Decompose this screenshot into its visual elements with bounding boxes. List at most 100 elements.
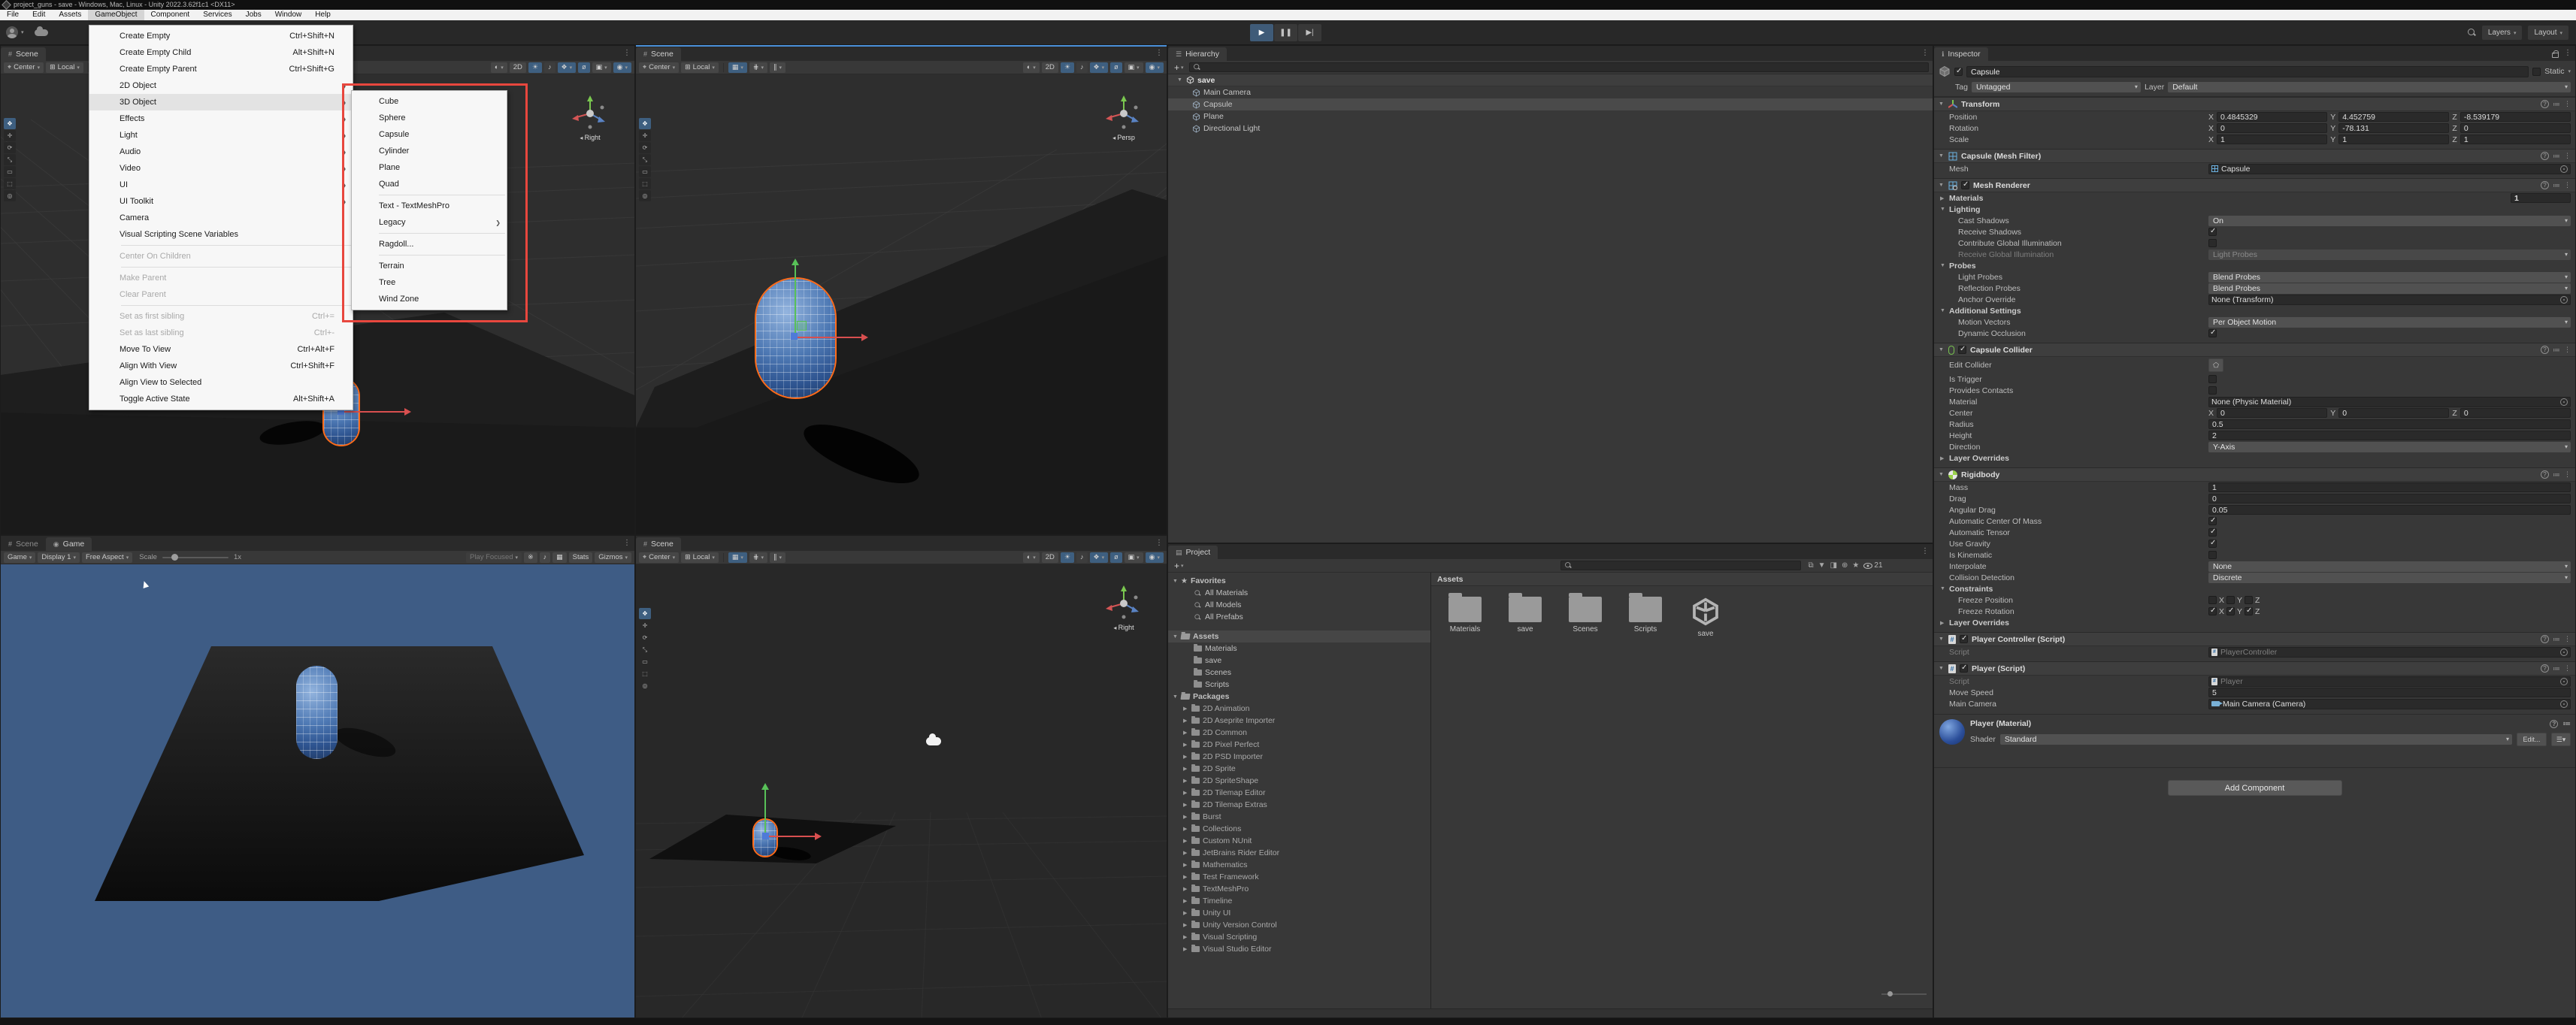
transform-tool[interactable]: ⬚ [639, 178, 651, 189]
gizmo-x-axis[interactable] [797, 337, 861, 338]
asset-folder-item[interactable]: Scripts [1168, 679, 1430, 691]
submenu-item[interactable]: Wind Zone [352, 291, 507, 307]
layer-dropdown[interactable]: Default [2168, 82, 2571, 92]
gizmos-dropdown[interactable]: ▾ [613, 62, 631, 73]
scale-slider[interactable] [162, 557, 229, 558]
foldout-icon[interactable]: ▶ [1183, 742, 1188, 748]
transform-tool[interactable]: ⬚ [4, 178, 16, 189]
menu-item[interactable]: Move To View Ctrl+Alt+F [89, 341, 353, 358]
play-focused-dropdown[interactable]: Play Focused▾ [466, 552, 522, 563]
package-item[interactable]: ▶ 2D Tilemap Extras [1168, 799, 1430, 811]
hierarchy-item[interactable]: Directional Light [1168, 122, 1933, 135]
center-x-field[interactable]: 0 [2217, 408, 2327, 418]
visibility-toggle-button[interactable] [1110, 552, 1122, 563]
material-menu-button[interactable]: ☰▾ [2551, 733, 2571, 746]
visibility-toggle-button[interactable] [1110, 62, 1122, 73]
menu-bar-item[interactable]: Help [308, 10, 338, 20]
favorite-star-icon[interactable]: ★ [1852, 561, 1859, 570]
effects-dropdown[interactable]: ▾ [1090, 62, 1109, 73]
rotate-tool[interactable]: ⟳ [4, 142, 16, 153]
shading-mode-dropdown[interactable]: ▾ [1023, 62, 1040, 73]
enabled-checkbox[interactable] [1961, 181, 1969, 189]
scene-viewport[interactable]: ✥ ✛ ⟳ ⤡ ▭ ⬚ ◎ Persp [636, 74, 1167, 534]
help-icon[interactable]: ? [2541, 152, 2549, 160]
submenu-item[interactable]: Terrain [352, 258, 507, 274]
asset-item[interactable]: Scripts [1627, 597, 1664, 638]
presets-icon[interactable] [2553, 635, 2560, 644]
main-camera-field[interactable]: Main Camera (Camera) [2208, 699, 2571, 709]
menu-item[interactable]: Clear Parent [89, 286, 353, 303]
materials-foldout[interactable]: ▶Materials1 [1934, 192, 2575, 204]
lighting-toggle-button[interactable] [1061, 62, 1074, 73]
submenu-item[interactable]: Cube [352, 93, 507, 110]
add-component-button[interactable]: Add Component [2168, 780, 2342, 796]
auto-tensor-checkbox[interactable] [2208, 528, 2217, 537]
foldout-icon[interactable]: ▼ [1177, 77, 1183, 83]
effects-dropdown[interactable]: ▾ [1090, 552, 1109, 563]
submenu-item[interactable] [352, 252, 507, 258]
menu-item[interactable]: Set as last sibling Ctrl+- [89, 325, 353, 341]
label-icon[interactable]: ◨ [1830, 561, 1837, 570]
submenu-item[interactable]: Sphere [352, 110, 507, 126]
package-item[interactable]: ▶ 2D Pixel Perfect [1168, 739, 1430, 751]
gizmos-dropdown[interactable]: ▾ [1146, 552, 1164, 563]
step-button[interactable]: ▶| [1298, 24, 1321, 41]
panel-menu-icon[interactable]: ⋮ [1921, 547, 1929, 555]
submenu-item[interactable]: Quad [352, 176, 507, 192]
menu-item[interactable]: Create Empty Parent Ctrl+Shift+G [89, 61, 353, 77]
menu-bar-item[interactable]: File [0, 10, 26, 20]
assets-root[interactable]: ▼ Assets [1168, 630, 1430, 643]
move-tool[interactable]: ✛ [639, 130, 651, 141]
favorites-root[interactable]: ▼★ Favorites [1168, 575, 1430, 587]
tag-dropdown[interactable]: Untagged [1972, 82, 2141, 92]
player-script-header[interactable]: ▼ # Player (Script) ?⋮ [1934, 661, 2575, 676]
menu-bar-item[interactable]: Edit [26, 10, 52, 20]
menu-item[interactable]: Camera [89, 210, 353, 226]
object-picker-icon[interactable] [2560, 398, 2568, 406]
center-z-field[interactable]: 0 [2460, 408, 2571, 418]
scene-orientation-gizmo[interactable]: Right [1102, 582, 1146, 631]
hierarchy-item[interactable]: Capsule [1168, 98, 1933, 110]
custom-tool[interactable]: ◎ [639, 190, 651, 201]
hierarchy-item[interactable]: Plane [1168, 110, 1933, 122]
menu-bar-item[interactable]: Component [144, 10, 197, 20]
scene-orientation-gizmo[interactable]: Persp [1102, 92, 1146, 141]
foldout-icon[interactable]: ▶ [1183, 802, 1188, 808]
component-menu-icon[interactable]: ⋮ [2564, 181, 2571, 189]
asset-folder-item[interactable]: Scenes [1168, 667, 1430, 679]
package-item[interactable]: ▶ TextMeshPro [1168, 883, 1430, 895]
freeze-pos-z-checkbox[interactable] [2245, 596, 2253, 604]
y-field[interactable]: -78.131 [2338, 123, 2449, 133]
material-preview-sphere[interactable] [1939, 719, 1965, 745]
menu-item[interactable] [89, 265, 353, 270]
y-field[interactable]: 4.452759 [2338, 112, 2449, 122]
move-tool[interactable]: ✛ [4, 130, 16, 141]
menu-item[interactable]: Video [89, 160, 353, 177]
space-mode-dropdown[interactable]: Local▾ [681, 552, 719, 563]
package-item[interactable]: ▶ Custom NUnit [1168, 835, 1430, 847]
foldout-icon[interactable]: ▶ [1183, 898, 1188, 904]
2d-toggle-button[interactable]: 2D [510, 62, 526, 73]
gizmo-plane-handle[interactable] [797, 321, 807, 331]
panel-menu-icon[interactable]: ⋮ [623, 539, 631, 547]
stats-button[interactable]: Stats [569, 552, 593, 563]
foldout-icon[interactable]: ▶ [1183, 910, 1188, 916]
packages-root[interactable]: ▼ Packages [1168, 691, 1430, 703]
create-button[interactable]: +▾ [1172, 561, 1186, 571]
frame-debugger-icon[interactable] [524, 552, 537, 563]
menu-item[interactable]: Toggle Active State Alt+Shift+A [89, 391, 353, 407]
audio-toggle-button[interactable] [1076, 552, 1088, 563]
motion-vectors-dropdown[interactable]: Per Object Motion [2208, 317, 2571, 328]
layout-dropdown[interactable]: Layout▾ [2528, 26, 2568, 40]
package-item[interactable]: ▶ Unity Version Control [1168, 919, 1430, 931]
layer-overrides-foldout[interactable]: ▶Layer Overrides [1934, 617, 2575, 628]
package-item[interactable]: ▶ 2D Sprite [1168, 763, 1430, 775]
foldout-icon[interactable]: ▶ [1183, 886, 1188, 892]
snap-increment-button[interactable]: ▾ [770, 552, 786, 563]
warning-icon[interactable]: ⊕ [1842, 561, 1848, 570]
asset-folder-item[interactable]: Materials [1168, 643, 1430, 655]
package-item[interactable]: ▶ 2D Animation [1168, 703, 1430, 715]
pivot-mode-dropdown[interactable]: Center▾ [639, 552, 679, 563]
enabled-checkbox[interactable] [1960, 664, 1968, 673]
view-tool[interactable]: ✥ [639, 118, 651, 129]
